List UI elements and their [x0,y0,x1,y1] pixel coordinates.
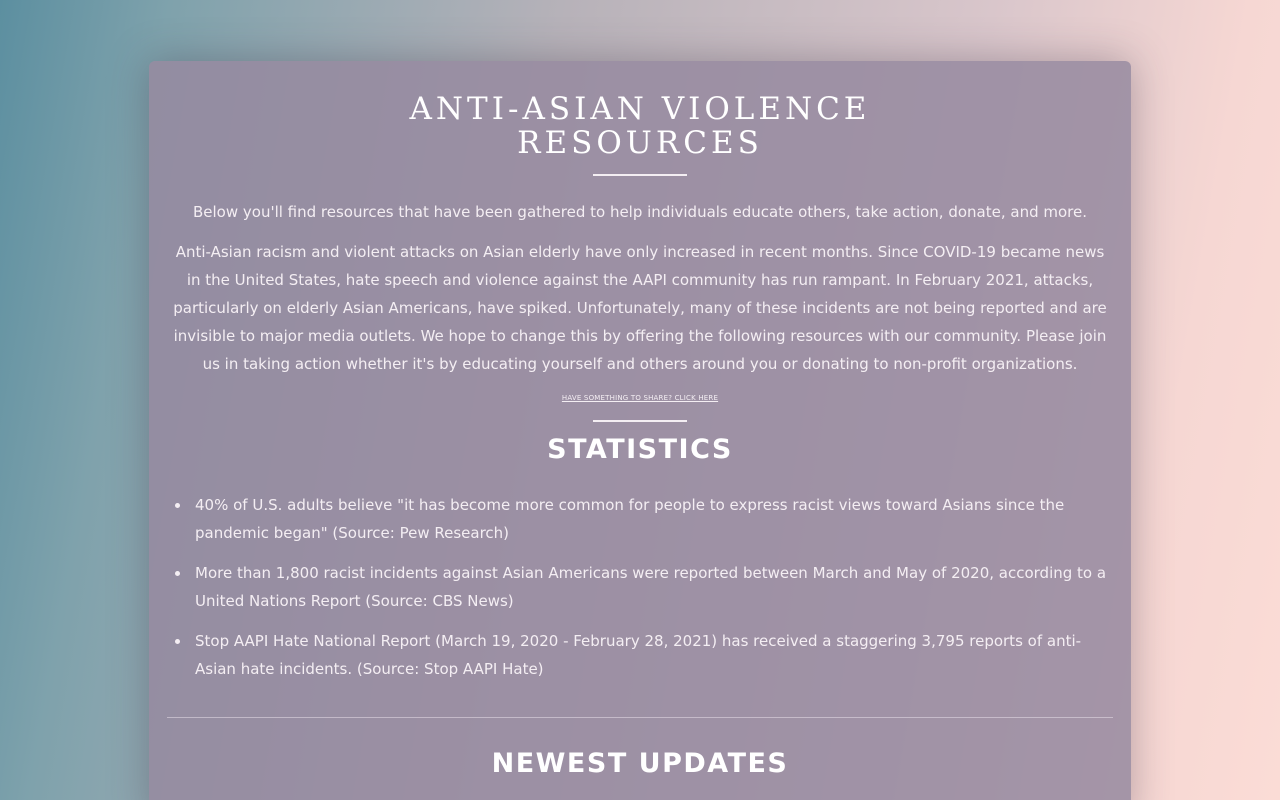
share-link[interactable]: HAVE SOMETHING TO SHARE? CLICK HERE [167,394,1113,402]
section-divider [167,717,1113,718]
list-item: Stop AAPI Hate National Report (March 19… [191,627,1113,683]
section-divider-short [593,420,687,422]
title-underline [593,174,687,176]
statistics-list: 40% of U.S. adults believe "it has becom… [167,491,1113,683]
newest-updates-heading: NEWEST UPDATES [491,748,789,779]
page-title: ANTI-ASIAN VIOLENCE RESOURCES [167,92,1113,160]
page-title-line2: RESOURCES [517,125,763,161]
list-item: More than 1,800 racist incidents against… [191,559,1113,615]
intro-lead: Below you'll find resources that have be… [192,203,1087,221]
statistics-heading: STATISTICS [547,434,733,465]
content-card: ANTI-ASIAN VIOLENCE RESOURCES Below you'… [149,61,1131,800]
page-title-line1: ANTI-ASIAN VIOLENCE [409,91,871,127]
intro-paragraph: Anti-Asian racism and violent attacks on… [173,243,1107,373]
list-item: 40% of U.S. adults believe "it has becom… [191,491,1113,547]
